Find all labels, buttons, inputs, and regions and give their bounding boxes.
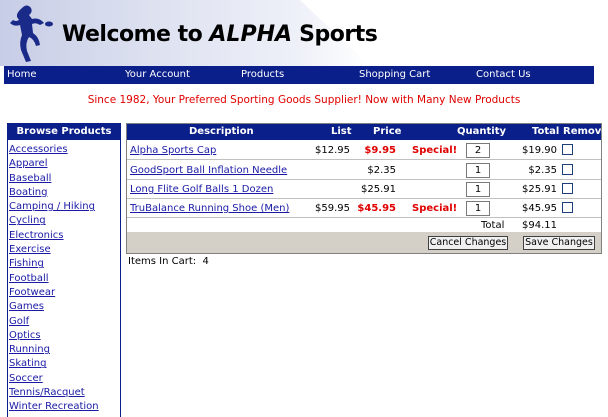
remove-checkbox[interactable]	[562, 144, 573, 155]
category-item: Games	[9, 300, 120, 314]
table-row: TruBalance Running Shoe (Men) $59.95 $45…	[127, 199, 601, 218]
category-link-skating[interactable]: Skating	[9, 358, 46, 369]
column-header-quantity: Quantity	[457, 126, 506, 137]
column-header-description: Description	[189, 126, 254, 137]
site-title: Welcome to ALPHA Sports	[62, 22, 378, 47]
category-item: Winter Recreation	[9, 400, 120, 414]
category-link-golf[interactable]: Golf	[9, 316, 29, 327]
line-total: $25.91	[522, 184, 557, 195]
column-header-price: Price	[373, 126, 402, 137]
category-item: Apparel	[9, 157, 120, 171]
category-link-games[interactable]: Games	[9, 301, 44, 312]
items-in-cart-label: Items In Cart:	[128, 256, 197, 267]
list-price: $59.95	[315, 203, 350, 214]
category-item: Accessories	[9, 143, 120, 157]
nav-products[interactable]: Products	[241, 69, 284, 80]
sale-price: $9.95	[364, 145, 396, 156]
title-prefix: Welcome to	[62, 22, 210, 47]
list-price: $12.95	[315, 145, 350, 156]
table-row: Alpha Sports Cap $12.95 $9.95 Special! $…	[127, 141, 601, 160]
category-item: Fishing	[9, 257, 120, 271]
category-link-optics[interactable]: Optics	[9, 330, 41, 341]
cart-header-row: Description List Price Quantity Total Re…	[127, 124, 608, 140]
price: $2.35	[367, 165, 396, 176]
category-item: Footwear	[9, 286, 120, 300]
special-badge: Special!	[412, 145, 458, 156]
items-in-cart-count: 4	[202, 256, 209, 267]
price: $25.91	[361, 184, 396, 195]
category-item: Running	[9, 343, 120, 357]
category-link-tennis-racquet[interactable]: Tennis/Racquet	[9, 387, 85, 398]
category-item: Golf	[9, 315, 120, 329]
category-link-baseball[interactable]: Baseball	[9, 173, 51, 184]
tagline: Since 1982, Your Preferred Sporting Good…	[87, 94, 521, 106]
column-header-remove: Remove	[563, 126, 608, 137]
remove-checkbox[interactable]	[562, 183, 573, 194]
category-link-cycling[interactable]: Cycling	[9, 215, 46, 226]
category-link-soccer[interactable]: Soccer	[9, 373, 43, 384]
quantity-input[interactable]	[466, 201, 490, 216]
column-header-total: Total	[532, 126, 560, 137]
category-link-electronics[interactable]: Electronics	[9, 230, 64, 241]
line-total: $19.90	[522, 145, 557, 156]
category-link-running[interactable]: Running	[9, 344, 50, 355]
category-item: Baseball	[9, 172, 120, 186]
cart-total-value: $94.11	[522, 220, 557, 231]
category-item: Tennis/Racquet	[9, 386, 120, 400]
nav-home[interactable]: Home	[7, 69, 37, 80]
remove-checkbox[interactable]	[562, 202, 573, 213]
main-nav: Home Your Account Products Shopping Cart…	[4, 66, 594, 84]
shopping-cart-table: Description List Price Quantity Total Re…	[126, 123, 608, 254]
category-item: Boating	[9, 186, 120, 200]
items-in-cart: Items In Cart: 4	[128, 256, 209, 267]
cart-action-bar: Cancel Changes Save Changes	[127, 232, 601, 253]
title-brand: ALPHA	[209, 22, 293, 47]
product-link[interactable]: GoodSport Ball Inflation Needle	[130, 165, 287, 176]
remove-checkbox[interactable]	[562, 164, 573, 175]
category-item: Cycling	[9, 214, 120, 228]
category-item: Camping / Hiking	[9, 200, 120, 214]
category-link-accessories[interactable]: Accessories	[9, 144, 68, 155]
browse-products-sidebar: Browse Products Accessories Apparel Base…	[7, 123, 121, 417]
nav-contact-us[interactable]: Contact Us	[476, 69, 531, 80]
quantity-input[interactable]	[466, 143, 490, 158]
category-item: Skating	[9, 357, 120, 371]
product-link[interactable]: Alpha Sports Cap	[130, 145, 216, 156]
category-item: Optics	[9, 329, 120, 343]
header-banner: Welcome to ALPHA Sports	[0, 0, 608, 66]
category-link-winter-recreation[interactable]: Winter Recreation	[9, 401, 99, 412]
line-total: $45.95	[522, 203, 557, 214]
special-badge: Special!	[412, 203, 458, 214]
quantity-input[interactable]	[466, 182, 490, 197]
category-link-apparel[interactable]: Apparel	[9, 158, 48, 169]
category-link-footwear[interactable]: Footwear	[9, 287, 55, 298]
category-link-exercise[interactable]: Exercise	[9, 244, 51, 255]
category-link-fishing[interactable]: Fishing	[9, 258, 44, 269]
quantity-input[interactable]	[466, 163, 490, 178]
category-item: Exercise	[9, 243, 120, 257]
product-link[interactable]: Long Flite Golf Balls 1 Dozen	[130, 184, 273, 195]
sale-price: $45.95	[357, 203, 396, 214]
category-link-boating[interactable]: Boating	[9, 187, 48, 198]
category-link-football[interactable]: Football	[9, 273, 49, 284]
category-item: Soccer	[9, 372, 120, 386]
cancel-changes-button[interactable]: Cancel Changes	[428, 236, 508, 250]
nav-shopping-cart[interactable]: Shopping Cart	[359, 69, 430, 80]
discus-thrower-icon	[10, 5, 53, 62]
save-changes-button[interactable]: Save Changes	[523, 236, 595, 250]
category-list: Accessories Apparel Baseball Boating Cam…	[8, 140, 120, 415]
table-row: Long Flite Golf Balls 1 Dozen $25.91 $25…	[127, 180, 601, 199]
product-link[interactable]: TruBalance Running Shoe (Men)	[130, 203, 289, 214]
sidebar-heading: Browse Products	[8, 124, 120, 140]
line-total: $2.35	[528, 165, 557, 176]
category-item: Electronics	[9, 229, 120, 243]
column-header-list: List	[331, 126, 352, 137]
nav-your-account[interactable]: Your Account	[125, 69, 190, 80]
category-item: Football	[9, 272, 120, 286]
table-row: GoodSport Ball Inflation Needle $2.35 $2…	[127, 161, 601, 180]
category-link-camping-hiking[interactable]: Camping / Hiking	[9, 201, 95, 212]
title-suffix: Sports	[292, 22, 378, 47]
total-label: Total	[481, 220, 505, 231]
